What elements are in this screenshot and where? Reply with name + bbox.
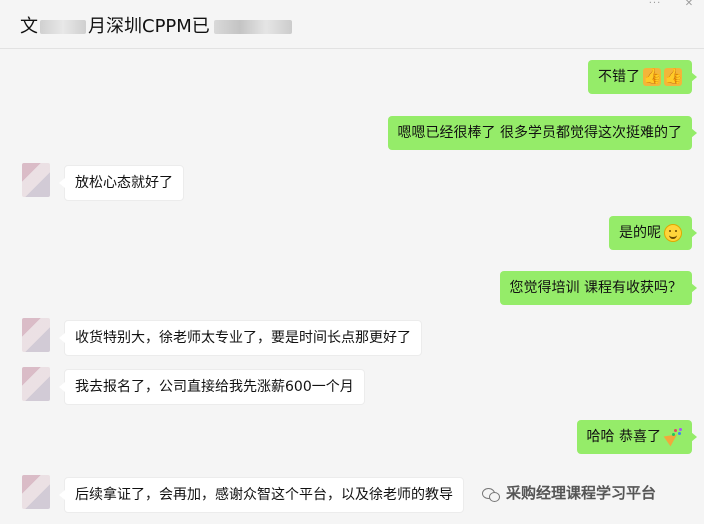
message-bubble-sent[interactable]: 哈哈 恭喜了: [576, 420, 698, 454]
thumbs-up-icon: [664, 67, 683, 86]
message-text: 后续拿证了，会再加，感谢众智这个平台，以及徐老师的教导: [75, 487, 453, 503]
message-bubble-sent[interactable]: 是的呢: [609, 216, 697, 250]
chat-title-main: 月深圳CPPM已: [88, 16, 210, 37]
message-bubble-sent[interactable]: 不错了: [588, 60, 697, 94]
message-bubble-sent[interactable]: 嗯嗯已经很棒了 很多学员都觉得这次挺难的了: [387, 116, 698, 150]
close-icon[interactable]: ✕: [682, 0, 696, 9]
chat-title: 文 月深圳CPPM已: [20, 12, 292, 38]
thumbs-up-icon: [643, 67, 662, 86]
message-text: 放松心态就好了: [75, 175, 173, 191]
message-bubble-received[interactable]: 后续拿证了，会再加，感谢众智这个平台，以及徐老师的教导: [59, 477, 464, 513]
redacted-name: [40, 20, 86, 34]
message-bubble-sent[interactable]: 您觉得培训 课程有收获吗？: [499, 271, 698, 305]
message-bubble-received[interactable]: 我去报名了，公司直接给我先涨薪600一个月: [59, 369, 365, 405]
message-text: 我去报名了，公司直接给我先涨薪600一个月: [75, 379, 354, 395]
watermark-text: 采购经理课程学习平台: [506, 484, 657, 502]
message-text: 嗯嗯已经很棒了 很多学员都觉得这次挺难的了: [397, 125, 682, 141]
avatar[interactable]: [22, 318, 50, 352]
avatar[interactable]: [22, 367, 50, 401]
more-icon[interactable]: ···: [646, 0, 664, 9]
message-text: 您觉得培训 课程有收获吗？: [509, 280, 682, 296]
watermark: 采购经理课程学习平台: [482, 482, 656, 503]
chat-header: 文 月深圳CPPM已 ··· ✕: [0, 0, 704, 49]
message-text: 是的呢: [619, 225, 661, 241]
message-bubble-received[interactable]: 放松心态就好了: [59, 165, 184, 201]
smile-icon: [664, 224, 682, 242]
party-popper-icon: [664, 428, 682, 446]
message-bubble-received[interactable]: 收货特别大，徐老师太专业了，要是时间长点那更好了: [59, 320, 422, 356]
redacted-name: [213, 20, 292, 34]
message-text: 收货特别大，徐老师太专业了，要是时间长点那更好了: [75, 330, 411, 346]
message-text: 哈哈 恭喜了: [586, 429, 661, 445]
avatar[interactable]: [22, 475, 50, 509]
wechat-icon: [482, 486, 500, 502]
message-text: 不错了: [598, 69, 640, 85]
chat-title-prefix: 文: [20, 16, 38, 37]
avatar[interactable]: [22, 163, 50, 197]
